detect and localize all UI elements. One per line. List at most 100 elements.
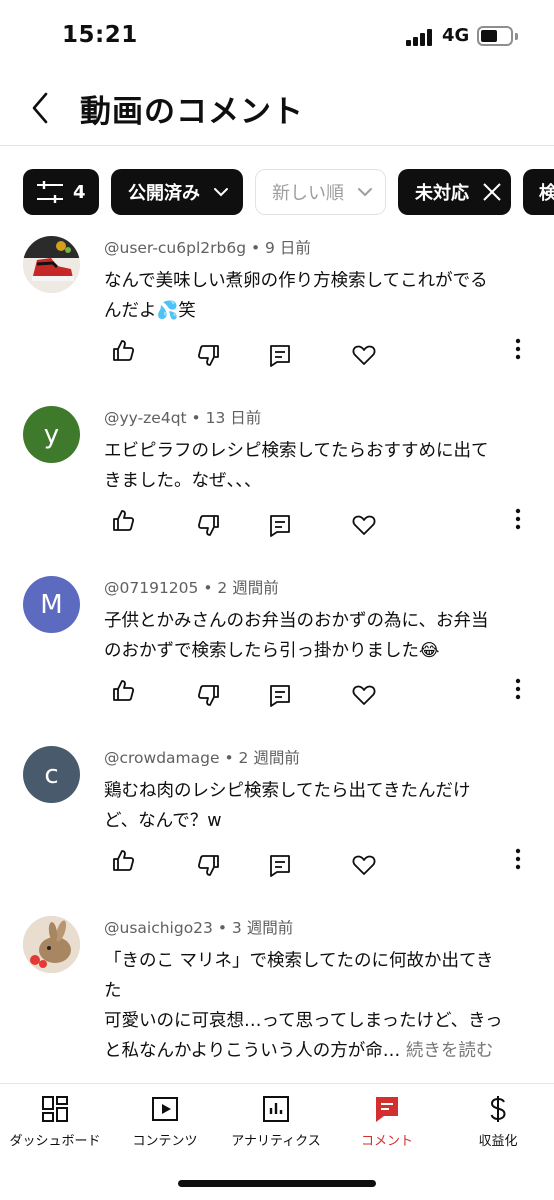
avatar[interactable] — [23, 916, 80, 973]
comment-line: た — [104, 981, 122, 1001]
comment-meta: @07191205 • 2 週間前 — [104, 579, 279, 597]
reply-icon[interactable] — [267, 682, 293, 708]
nav-label: コンテンツ — [132, 1134, 198, 1149]
comment-item: @usaichigo23 • 3 週間前 「きのこ マリネ」で検索してたのに何故… — [0, 910, 554, 1085]
comment-line: エビピラフのレシピ検索してたらおすすめに出て — [104, 441, 489, 461]
nav-dashboard[interactable]: ダッシュボード — [0, 1094, 110, 1154]
chevron-down-icon — [358, 188, 372, 197]
comment-actions — [0, 848, 554, 878]
reply-icon[interactable] — [267, 852, 293, 878]
status-bar: 15:21 4G — [0, 0, 554, 70]
page-title: 動画のコメント — [80, 94, 304, 130]
more-options-icon[interactable] — [505, 336, 531, 362]
comment-line: なんで美味しい煮卵の作り方検索してこれがでる — [104, 271, 488, 291]
home-indicator — [178, 1180, 376, 1187]
thumbs-down-icon[interactable] — [196, 852, 222, 878]
comment-time: 2 週間前 — [217, 579, 279, 597]
thumbs-down-icon[interactable] — [196, 682, 222, 708]
sliders-icon — [37, 181, 63, 203]
comment-author[interactable]: @usaichigo23 — [104, 919, 213, 937]
comment-item: @user-cu6pl2rb6g • 9 日前 なんで美味しい煮卵の作り方検索し… — [0, 230, 554, 400]
avatar[interactable]: c — [23, 746, 80, 803]
comment-item: y @yy-ze4qt • 13 日前 エビピラフのレシピ検索してたらおすすめに… — [0, 400, 554, 570]
published-label: 公開済み — [128, 183, 200, 204]
battery-cap — [515, 33, 518, 40]
comment-line: と私なんかよりこういう人の方が命… — [104, 1041, 401, 1061]
comment-text: 子供とかみさんのお弁当のおかずの為に、お弁当 のおかずで検索したら引っ掛かりまし… — [104, 606, 534, 666]
filter-count: 4 — [73, 181, 86, 203]
thumbs-up-icon[interactable] — [110, 508, 136, 534]
chevron-down-icon — [214, 188, 228, 197]
nav-label: コメント — [360, 1134, 413, 1149]
comment-author[interactable]: @user-cu6pl2rb6g — [104, 239, 246, 257]
search-filter-chip[interactable]: 検 — [523, 169, 554, 215]
more-options-icon[interactable] — [505, 506, 531, 532]
heart-icon[interactable] — [351, 852, 377, 878]
heart-icon[interactable] — [351, 682, 377, 708]
filter-settings-chip[interactable]: 4 — [23, 169, 99, 215]
nav-label: ダッシュボード — [9, 1134, 101, 1149]
back-arrow-icon — [32, 92, 48, 124]
nav-monetization[interactable]: 収益化 — [443, 1094, 553, 1154]
thumbs-up-icon[interactable] — [110, 338, 136, 364]
comment-item: c @crowdamage • 2 週間前 鶏むね肉のレシピ検索してたら出てきた… — [0, 740, 554, 910]
unanswered-filter-chip[interactable]: 未対応 — [398, 169, 511, 215]
comment-text: 「きのこ マリネ」で検索してたのに何故か出てき た 可愛いのに可哀想…って思って… — [104, 946, 534, 1066]
nav-comments[interactable]: コメント — [332, 1094, 442, 1154]
nav-analytics[interactable]: アナリティクス — [221, 1094, 331, 1154]
close-icon[interactable] — [481, 181, 503, 203]
comment-actions — [0, 338, 554, 368]
reply-icon[interactable] — [267, 342, 293, 368]
status-time: 15:21 — [62, 22, 138, 48]
comment-meta: @usaichigo23 • 3 週間前 — [104, 919, 294, 937]
header: 動画のコメント — [0, 70, 554, 146]
sneaker-avatar-image — [23, 236, 80, 293]
avatar[interactable]: M — [23, 576, 80, 633]
unanswered-label: 未対応 — [415, 183, 469, 204]
dashboard-icon — [42, 1096, 68, 1122]
comment-line: きました。なぜ、、、 — [104, 471, 262, 491]
heart-icon[interactable] — [351, 342, 377, 368]
comment-line: 「きのこ マリネ」で検索してたのに何故か出てき — [104, 951, 494, 971]
nav-label: 収益化 — [478, 1134, 518, 1149]
comment-author[interactable]: @07191205 — [104, 579, 198, 597]
thumbs-down-icon[interactable] — [196, 512, 222, 538]
thumbs-down-icon[interactable] — [196, 342, 222, 368]
comment-meta: @user-cu6pl2rb6g • 9 日前 — [104, 239, 311, 257]
back-button[interactable] — [24, 88, 60, 128]
signal-icon — [406, 28, 434, 46]
comment-line: ど、なんで？w — [104, 811, 222, 831]
sort-chip[interactable]: 新しい順 — [255, 169, 386, 215]
comment-author[interactable]: @yy-ze4qt — [104, 409, 187, 427]
comment-line: のおかずで検索したら引っ掛かりました😂 — [104, 641, 440, 661]
comment-time: 9 日前 — [265, 239, 311, 257]
comment-meta: @crowdamage • 2 週間前 — [104, 749, 300, 767]
rabbit-avatar-image — [23, 916, 80, 973]
thumbs-up-icon[interactable] — [110, 678, 136, 704]
reply-icon[interactable] — [267, 512, 293, 538]
comment-item: M @07191205 • 2 週間前 子供とかみさんのお弁当のおかずの為に、お… — [0, 570, 554, 740]
published-filter-chip[interactable]: 公開済み — [111, 169, 243, 215]
battery-icon — [477, 26, 513, 46]
avatar[interactable] — [23, 236, 80, 293]
nav-label: アナリティクス — [231, 1134, 321, 1149]
heart-icon[interactable] — [351, 512, 377, 538]
more-options-icon[interactable] — [505, 676, 531, 702]
nav-content[interactable]: コンテンツ — [110, 1094, 220, 1154]
comment-text: エビピラフのレシピ検索してたらおすすめに出て きました。なぜ、、、 — [104, 436, 534, 496]
avatar[interactable]: y — [23, 406, 80, 463]
comment-text: なんで美味しい煮卵の作り方検索してこれがでる んだよ💦笑 — [104, 266, 534, 326]
comment-time: 13 日前 — [205, 409, 262, 427]
comment-author[interactable]: @crowdamage — [104, 749, 220, 767]
comment-line: 子供とかみさんのお弁当のおかずの為に、お弁当 — [104, 611, 489, 631]
comment-icon — [376, 1097, 398, 1122]
analytics-icon — [263, 1096, 289, 1122]
content-icon — [152, 1097, 178, 1121]
read-more-link[interactable]: 続きを読む — [406, 1041, 494, 1061]
network-type: 4G — [442, 25, 470, 46]
more-options-icon[interactable] — [505, 846, 531, 872]
comment-line: 可愛いのに可哀想…って思ってしまったけど、きっ — [104, 1011, 503, 1031]
comment-text: 鶏むね肉のレシピ検索してたら出てきたんだけ ど、なんで？w — [104, 776, 534, 836]
thumbs-up-icon[interactable] — [110, 848, 136, 874]
sort-label: 新しい順 — [272, 183, 344, 204]
